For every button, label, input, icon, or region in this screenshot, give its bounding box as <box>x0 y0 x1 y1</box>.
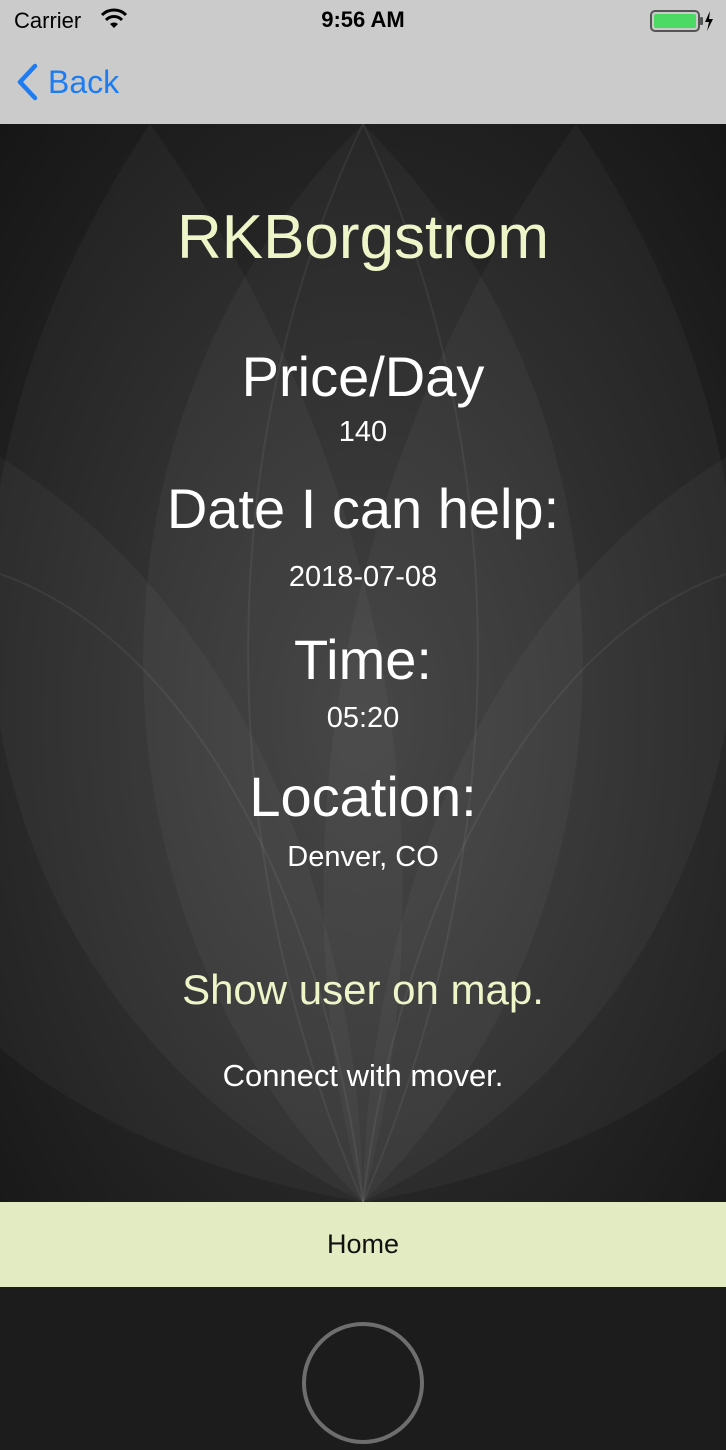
home-button[interactable]: Home <box>0 1202 726 1287</box>
navigation-bar: Back <box>0 42 726 125</box>
status-bar: Carrier 9:56 AM <box>0 0 726 42</box>
status-time: 9:56 AM <box>321 7 405 32</box>
date-label: Date I can help: <box>166 477 560 540</box>
price-label: Price/Day <box>241 345 485 408</box>
time-label: Time: <box>294 628 432 691</box>
date-value: 2018-07-08 <box>288 561 438 593</box>
connect-with-mover-button[interactable]: Connect with mover. <box>0 1058 726 1094</box>
hardware-home-button[interactable] <box>302 1322 424 1444</box>
back-button[interactable]: Back <box>16 62 119 102</box>
back-button-label: Back <box>48 63 120 100</box>
location-label: Location: <box>249 765 477 828</box>
battery-icon <box>650 9 714 38</box>
profile-content: RKBorgstrom Price/Day 140 Date I can hel… <box>0 124 726 1202</box>
username: RKBorgstrom <box>176 203 550 272</box>
show-on-map-button[interactable]: Show user on map. <box>0 966 726 1014</box>
time-value: 05:20 <box>326 702 400 734</box>
home-button-label: Home <box>326 1229 400 1259</box>
location-value: Denver, CO <box>287 841 439 873</box>
price-value: 140 <box>338 416 388 448</box>
chevron-left-icon <box>17 63 38 101</box>
